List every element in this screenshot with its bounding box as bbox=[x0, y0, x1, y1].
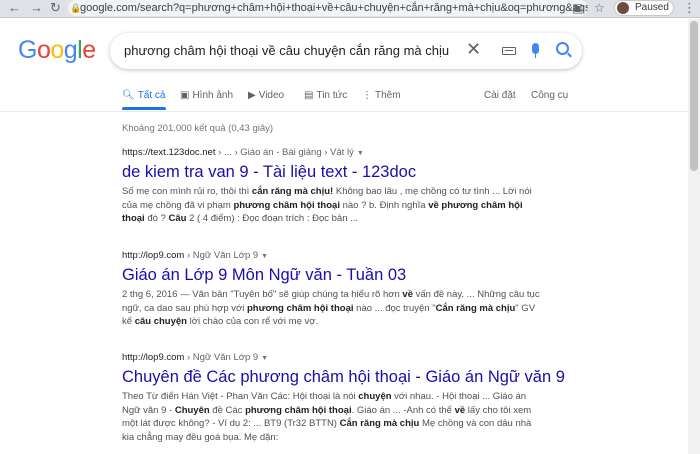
address-text: google.com/search?q=phương+châm+hội+thoạ… bbox=[80, 2, 588, 14]
browser-toolbar: ← → ↻ 🔒 google.com/search?q=phương+châm+… bbox=[0, 0, 700, 18]
avatar bbox=[617, 2, 629, 14]
more-icon: ⋮ bbox=[362, 90, 372, 101]
result-stats: Khoảng 201.000 kết quả (0,43 giây) bbox=[122, 123, 274, 134]
microphone-icon[interactable] bbox=[532, 43, 539, 58]
tab-news[interactable]: ▤ Tin tức bbox=[304, 90, 347, 101]
result-title[interactable]: Chuyên đề Các phương châm hội thoại - Gi… bbox=[122, 367, 565, 387]
result-title[interactable]: de kiem tra van 9 - Tài liệu text - 123d… bbox=[122, 162, 542, 182]
search-icon: 🔍︎ bbox=[122, 90, 135, 101]
result-title[interactable]: Giáo án Lớp 9 Môn Ngữ văn - Tuần 03 bbox=[122, 265, 542, 285]
keyboard-icon[interactable] bbox=[502, 47, 516, 55]
tools-link[interactable]: Công cụ bbox=[531, 90, 568, 101]
caret-down-icon[interactable]: ▼ bbox=[261, 253, 268, 260]
result-snippet: 2 thg 6, 2016 — Văn bản "Tuyên bố" sẽ gi… bbox=[122, 289, 540, 327]
image-icon: ▣ bbox=[180, 90, 190, 101]
result-url[interactable]: http://lop9.com › Ngữ Văn Lớp 9 ▼ bbox=[122, 352, 542, 363]
clear-icon[interactable]: ✕ bbox=[466, 39, 481, 60]
divider bbox=[0, 111, 700, 112]
menu-icon[interactable]: ⋮ bbox=[683, 1, 696, 15]
news-icon: ▤ bbox=[304, 90, 314, 101]
search-result: http://lop9.com › Ngữ Văn Lớp 9 ▼ Giáo án… bbox=[122, 250, 542, 329]
caret-down-icon[interactable]: ▼ bbox=[261, 355, 268, 362]
result-url[interactable]: http://lop9.com › Ngữ Văn Lớp 9 ▼ bbox=[122, 250, 542, 261]
result-url[interactable]: https://text.123doc.net › ... › Giáo án … bbox=[122, 147, 542, 158]
scrollbar[interactable] bbox=[688, 19, 700, 454]
search-icon[interactable] bbox=[556, 42, 569, 55]
forward-icon[interactable]: → bbox=[30, 1, 43, 15]
tab-all[interactable]: 🔍︎ Tất cả bbox=[122, 90, 166, 101]
search-result: http://lop9.com › Ngữ Văn Lớp 9 ▼ Chuyên … bbox=[122, 352, 565, 444]
bookmark-star-icon[interactable]: ☆ bbox=[594, 1, 605, 15]
settings-link[interactable]: Cài đặt bbox=[484, 90, 516, 101]
video-icon: ▶ bbox=[248, 90, 256, 101]
search-input[interactable]: phương châm hội thoại về câu chuyện cắn … bbox=[124, 43, 449, 58]
active-tab-indicator bbox=[122, 107, 166, 110]
profile-button[interactable]: Paused bbox=[614, 0, 674, 16]
caret-down-icon[interactable]: ▼ bbox=[357, 150, 364, 157]
tab-images[interactable]: ▣ Hình ảnh bbox=[180, 90, 233, 101]
search-tabs: 🔍︎ Tất cả ▣ Hình ảnh ▶ Video ▤ Tin tức ⋮ Thêm… bbox=[0, 90, 700, 112]
tab-more[interactable]: ⋮ Thêm bbox=[362, 90, 401, 101]
google-logo[interactable]: Google bbox=[18, 36, 96, 65]
profile-status: Paused bbox=[635, 2, 669, 13]
search-box[interactable]: phương châm hội thoại về câu chuyện cắn … bbox=[110, 33, 582, 69]
result-snippet: Số mẹ con mình rủi ro, thôi thì cắn răng… bbox=[122, 186, 532, 224]
scrollbar-thumb[interactable] bbox=[690, 21, 698, 171]
reload-icon[interactable]: ↻ bbox=[50, 1, 61, 15]
tab-video[interactable]: ▶ Video bbox=[248, 90, 284, 101]
back-icon[interactable]: ← bbox=[8, 1, 21, 15]
address-bar[interactable]: 🔒 google.com/search?q=phương+châm+hội+th… bbox=[68, 0, 588, 16]
lock-icon: 🔒 bbox=[70, 3, 82, 13]
search-result: https://text.123doc.net › ... › Giáo án … bbox=[122, 147, 542, 226]
result-snippet: Theo Từ điển Hán Việt - Phan Văn Các: Hộ… bbox=[122, 391, 532, 443]
extension-icon[interactable]: ▣ bbox=[572, 1, 583, 15]
